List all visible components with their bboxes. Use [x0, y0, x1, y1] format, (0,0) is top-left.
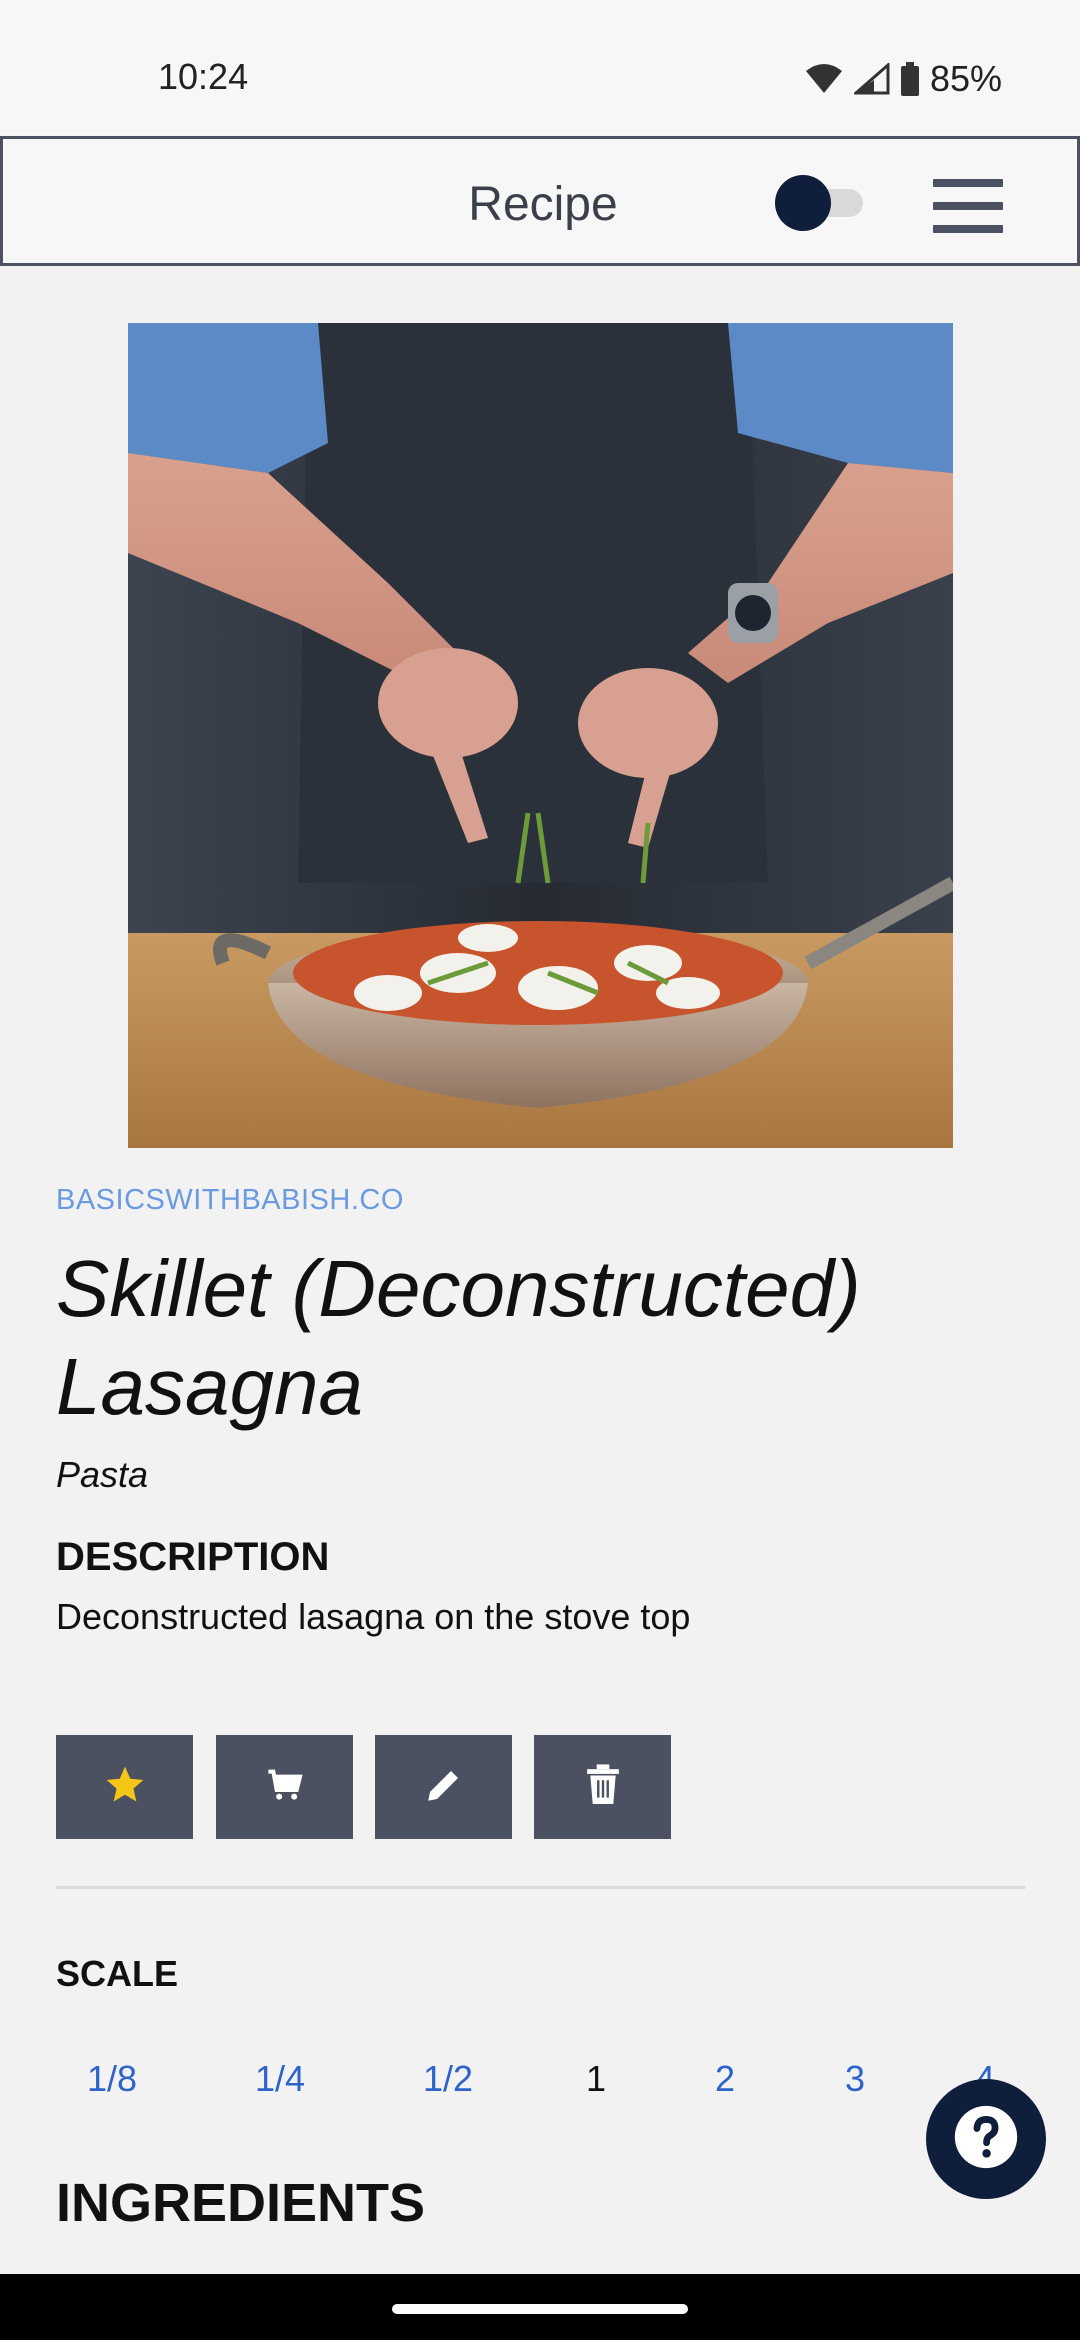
status-time: 10:24: [158, 56, 249, 97]
scale-heading: SCALE: [56, 1953, 179, 1994]
delete-button[interactable]: [534, 1735, 671, 1839]
star-icon: [103, 1763, 147, 1812]
recipe-source-link[interactable]: BASICSWITHBABISH.CO: [56, 1184, 404, 1217]
menu-icon: [933, 179, 1003, 187]
battery-icon: [900, 62, 920, 96]
battery-percent: 85%: [929, 58, 1002, 99]
home-gesture-handle[interactable]: [392, 2304, 688, 2314]
ingredients-heading: INGREDIENTS: [56, 2173, 426, 2233]
description-heading: DESCRIPTION: [56, 1535, 330, 1579]
help-button[interactable]: [926, 2079, 1046, 2199]
menu-icon-bar: [933, 225, 1003, 233]
menu-button[interactable]: [929, 175, 1005, 235]
app-header: Recipe: [0, 136, 1080, 266]
status-icons: 85%: [804, 58, 1002, 100]
recipe-category: Pasta: [56, 1454, 149, 1495]
wifi-icon: [804, 63, 844, 95]
scale-option-1-2[interactable]: 1/2: [408, 2058, 488, 2100]
add-to-cart-button[interactable]: [216, 1735, 353, 1839]
recipe-photo: [128, 323, 953, 1148]
signal-icon: [853, 63, 890, 95]
system-navigation-bar: [0, 2274, 1080, 2340]
scale-option-1-4[interactable]: 1/4: [240, 2058, 320, 2100]
theme-toggle[interactable]: [775, 175, 865, 231]
toggle-knob: [775, 175, 831, 231]
status-bar: 10:24 85%: [0, 0, 1080, 135]
scale-option-1-8[interactable]: 1/8: [72, 2058, 152, 2100]
scale-option-1-selected[interactable]: 1: [556, 2058, 636, 2100]
favorite-button[interactable]: [56, 1735, 193, 1839]
divider: [56, 1886, 1025, 1889]
menu-icon-bar: [933, 202, 1003, 210]
page-title: Recipe: [468, 178, 618, 231]
pencil-icon: [423, 1764, 465, 1811]
edit-button[interactable]: [375, 1735, 512, 1839]
recipe-title: Skillet (Deconstructed) Lasagna: [56, 1244, 861, 1431]
cart-icon: [265, 1765, 305, 1810]
scale-option-2[interactable]: 2: [685, 2058, 765, 2100]
description-text: Deconstructed lasagna on the stove top: [56, 1596, 691, 1637]
question-mark-icon: [952, 2103, 1020, 2176]
scale-option-3[interactable]: 3: [815, 2058, 895, 2100]
trash-icon: [584, 1763, 622, 1811]
